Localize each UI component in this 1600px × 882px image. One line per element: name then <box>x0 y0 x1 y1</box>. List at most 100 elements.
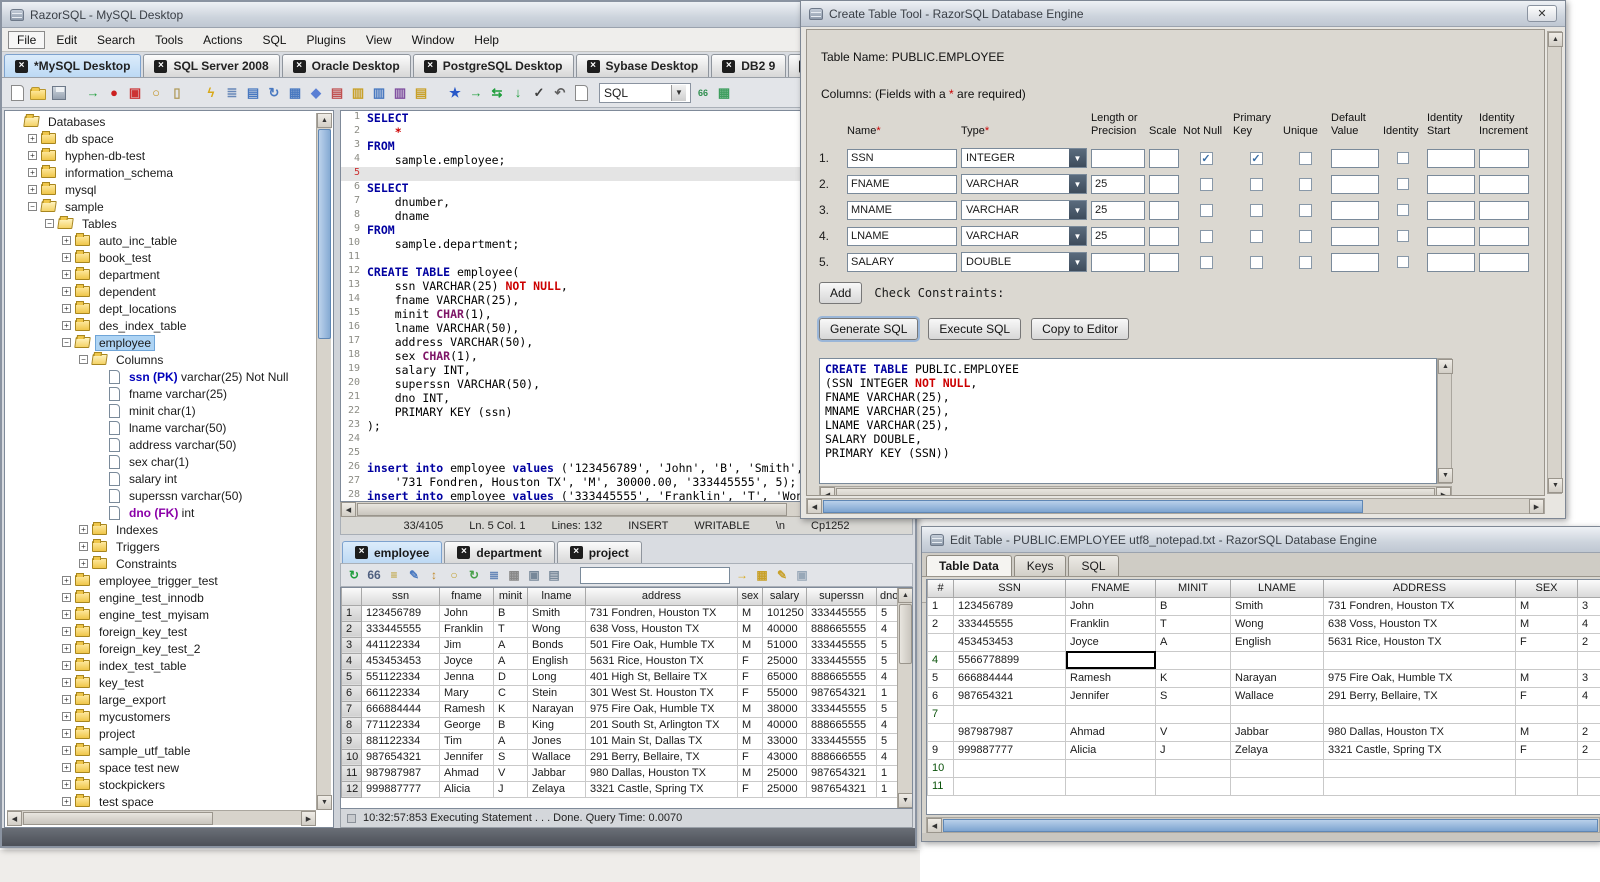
cell[interactable] <box>1323 758 1516 778</box>
expand-icon[interactable]: + <box>79 525 88 534</box>
identity-start-input[interactable] <box>1427 148 1475 168</box>
tree-item[interactable]: + large_export <box>7 691 316 708</box>
cell[interactable]: Ramesh <box>1065 668 1156 688</box>
cell[interactable]: K <box>493 700 528 718</box>
identity-increment-input[interactable] <box>1479 148 1529 168</box>
unique-checkbox[interactable] <box>1298 255 1312 269</box>
table-row[interactable]: 12 999887777 Alicia J Zelaya 3321 Castle, Spr… <box>341 780 899 798</box>
cell[interactable]: 4 <box>1577 614 1600 634</box>
table-row[interactable]: 8 987987987 Ahmad V Jabbar 980 Dallas, Housto… <box>927 722 1600 742</box>
unique-checkbox[interactable] <box>1298 203 1312 217</box>
cell[interactable]: Bonds <box>527 636 586 654</box>
sql-mode-select[interactable]: SQL ▼ <box>599 82 691 103</box>
results-vertical-scrollbar[interactable]: ▲ ▼ <box>897 588 912 808</box>
cell[interactable]: 987654321 <box>806 764 877 782</box>
cell[interactable]: Narayan <box>527 700 586 718</box>
cell[interactable]: 51000 <box>762 636 807 654</box>
results-column-header[interactable]: address <box>585 588 738 606</box>
table-row[interactable]: 6 987654321 Jennifer S Wallace 291 Berry, Bel… <box>927 686 1600 706</box>
identity-increment-input[interactable] <box>1479 174 1529 194</box>
edit-column-header[interactable]: SEX <box>1515 580 1578 598</box>
generated-sql-textarea[interactable]: CREATE TABLE PUBLIC.EMPLOYEE (SSN INTEGER… <box>819 358 1437 484</box>
cell[interactable]: 123456789 <box>953 596 1066 616</box>
cell[interactable]: 731 Fondren, Houston TX <box>1323 596 1516 616</box>
collapse-icon[interactable]: − <box>62 338 71 347</box>
db-list-icon[interactable]: ▤ <box>328 84 346 102</box>
edit-horizontal-scrollbar[interactable]: ◀ <box>926 817 1600 833</box>
tree-item[interactable]: + foreign_key_test_2 <box>7 640 316 657</box>
cell[interactable]: A <box>493 732 528 750</box>
table-row[interactable]: 4 5566778899 <box>927 650 1600 670</box>
scroll-right-icon[interactable]: ▶ <box>1529 499 1544 514</box>
scale-input[interactable] <box>1149 148 1179 168</box>
column-type-select[interactable]: INTEGER ▼ <box>961 148 1087 168</box>
tree-item[interactable]: − Tables <box>7 215 316 232</box>
cell[interactable]: 3 <box>1577 596 1600 616</box>
cell[interactable] <box>953 776 1066 796</box>
tree-item[interactable]: + mysql <box>7 181 316 198</box>
tree-item[interactable]: + test space <box>7 793 316 810</box>
table-row[interactable]: 1 123456789 John B Smith 731 Fondren, Houston… <box>341 604 899 622</box>
table-row[interactable]: 1 123456789 John B Smith 731 Fondren, Houston… <box>927 596 1600 616</box>
default-value-input[interactable] <box>1331 148 1379 168</box>
connection-tab-oracle-desktop[interactable]: × Oracle Desktop <box>281 54 411 77</box>
cell[interactable] <box>1230 650 1324 670</box>
cell[interactable] <box>1230 776 1324 796</box>
cell[interactable]: D <box>493 668 528 686</box>
glasses-icon[interactable]: 66 <box>366 567 382 583</box>
edit-window-titlebar[interactable]: Edit Table - PUBLIC.EMPLOYEE utf8_notepa… <box>922 527 1600 553</box>
expand-icon[interactable]: + <box>62 661 71 670</box>
cell[interactable]: B <box>493 604 528 622</box>
cell[interactable] <box>1065 704 1156 724</box>
cell[interactable]: 2 <box>1577 740 1600 760</box>
cell[interactable]: Franklin <box>1065 614 1156 634</box>
cell[interactable]: F <box>737 780 763 798</box>
cell[interactable]: 5631 Rice, Houston TX <box>585 652 738 670</box>
expand-icon[interactable]: + <box>62 270 71 279</box>
connection-tab-sybase-desktop[interactable]: × Sybase Desktop <box>575 54 710 77</box>
tab-table-data[interactable]: Table Data <box>926 555 1012 576</box>
results-tab-employee[interactable]: × employee <box>342 541 443 563</box>
scroll-right-icon[interactable]: ▶ <box>301 811 316 826</box>
cell[interactable] <box>953 758 1066 778</box>
table-row[interactable]: 11 987987987 Ahmad V Jabbar 980 Dallas, Houst… <box>341 764 899 782</box>
column-type-select[interactable]: VARCHAR ▼ <box>961 200 1087 220</box>
cell[interactable]: Wong <box>527 620 586 638</box>
cell[interactable]: J <box>493 780 528 798</box>
cell[interactable] <box>1155 704 1231 724</box>
cell[interactable]: 888665555 <box>806 716 877 734</box>
tree-item[interactable]: salary int <box>7 470 316 487</box>
cell[interactable]: 333445555 <box>806 636 877 654</box>
cell[interactable]: Zelaya <box>527 780 586 798</box>
cell[interactable]: 975 Fire Oak, Humble TX <box>585 700 738 718</box>
cell[interactable]: F <box>1515 632 1578 652</box>
cell[interactable]: 987654321 <box>806 684 877 702</box>
cell[interactable]: 40000 <box>762 716 807 734</box>
cell[interactable]: 987987987 <box>953 722 1066 742</box>
column-type-select[interactable]: VARCHAR ▼ <box>961 174 1087 194</box>
table-row[interactable]: 2 333445555 Franklin T Wong 638 Voss, Houston… <box>341 620 899 638</box>
edit-column-header[interactable]: FNAME <box>1065 580 1156 598</box>
results-filter-input[interactable] <box>580 566 730 584</box>
not-null-checkbox[interactable] <box>1199 229 1213 243</box>
cell[interactable]: M <box>737 764 763 782</box>
table-row[interactable]: 4 453453453 Joyce A English 5631 Rice, Housto… <box>341 652 899 670</box>
connect-icon[interactable]: → <box>84 84 102 102</box>
cell[interactable]: 291 Berry, Bellaire, TX <box>585 748 738 766</box>
connection-tab--mysql-desktop[interactable]: × *MySQL Desktop <box>4 54 142 77</box>
expand-icon[interactable]: + <box>62 627 71 636</box>
expand-icon[interactable]: + <box>62 593 71 602</box>
not-null-checkbox[interactable] <box>1199 255 1213 269</box>
cell[interactable]: B <box>493 716 528 734</box>
tree-item[interactable]: + project <box>7 725 316 742</box>
cell[interactable] <box>1515 650 1578 670</box>
primary-key-checkbox[interactable] <box>1249 255 1263 269</box>
expand-icon[interactable]: + <box>79 542 88 551</box>
cell[interactable]: 5 <box>876 636 899 654</box>
cell[interactable]: 291 Berry, Bellaire, TX <box>1323 686 1516 706</box>
cell[interactable]: English <box>1230 632 1324 652</box>
column-type-select[interactable]: VARCHAR ▼ <box>961 226 1087 246</box>
identity-checkbox[interactable] <box>1397 204 1409 216</box>
cell[interactable] <box>1577 650 1600 670</box>
cell[interactable]: M <box>1515 668 1578 688</box>
